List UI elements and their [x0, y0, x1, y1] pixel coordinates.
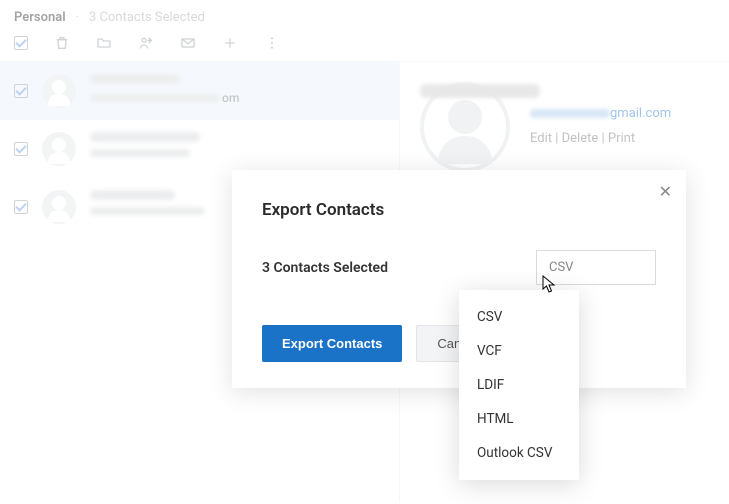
trash-icon[interactable]	[54, 35, 70, 51]
contact-email-blurred	[90, 94, 220, 102]
contact-email-blurred	[90, 207, 205, 215]
separator-dot: ·	[76, 10, 79, 25]
modal-body-row: 3 Contacts Selected CSV	[262, 250, 656, 285]
plus-icon[interactable]	[222, 35, 238, 51]
folder-icon[interactable]	[96, 35, 112, 51]
email-suffix: om	[222, 91, 239, 105]
row-checkbox[interactable]	[14, 200, 28, 214]
selection-count-text: 3 Contacts Selected	[89, 10, 205, 25]
group-title: Personal	[14, 10, 66, 25]
toolbar	[0, 29, 729, 62]
format-option[interactable]: HTML	[459, 402, 579, 436]
contact-info: om	[90, 74, 239, 105]
mail-icon[interactable]	[180, 35, 196, 51]
format-option[interactable]: VCF	[459, 334, 579, 368]
format-select[interactable]: CSV	[536, 250, 656, 285]
export-button[interactable]: Export Contacts	[262, 325, 402, 362]
page-header: Personal · 3 Contacts Selected	[0, 0, 729, 29]
format-option[interactable]: CSV	[459, 300, 579, 334]
email-domain: gmail.com	[610, 106, 671, 121]
share-icon[interactable]	[138, 35, 154, 51]
contact-name-blurred	[90, 74, 180, 84]
contact-info	[90, 132, 200, 157]
avatar	[42, 132, 76, 166]
format-dropdown: CSV VCF LDIF HTML Outlook CSV	[459, 290, 579, 480]
detail-name-blurred	[420, 84, 540, 98]
selection-label: 3 Contacts Selected	[262, 260, 388, 276]
close-icon[interactable]: ✕	[659, 182, 672, 201]
select-all-checkbox[interactable]	[14, 36, 28, 50]
row-checkbox[interactable]	[14, 142, 28, 156]
contact-info	[90, 190, 205, 215]
row-checkbox[interactable]	[14, 84, 28, 98]
avatar	[42, 74, 76, 108]
avatar	[42, 190, 76, 224]
format-select-value: CSV	[549, 260, 573, 275]
email-prefix-blurred	[530, 109, 610, 118]
contact-name-blurred	[90, 190, 175, 200]
format-option[interactable]: LDIF	[459, 368, 579, 402]
contact-row[interactable]: om	[0, 62, 399, 120]
more-icon[interactable]	[264, 35, 280, 51]
modal-title: Export Contacts	[262, 200, 656, 220]
contact-email-blurred	[90, 149, 190, 157]
contact-name-blurred	[90, 132, 200, 142]
format-option[interactable]: Outlook CSV	[459, 436, 579, 470]
